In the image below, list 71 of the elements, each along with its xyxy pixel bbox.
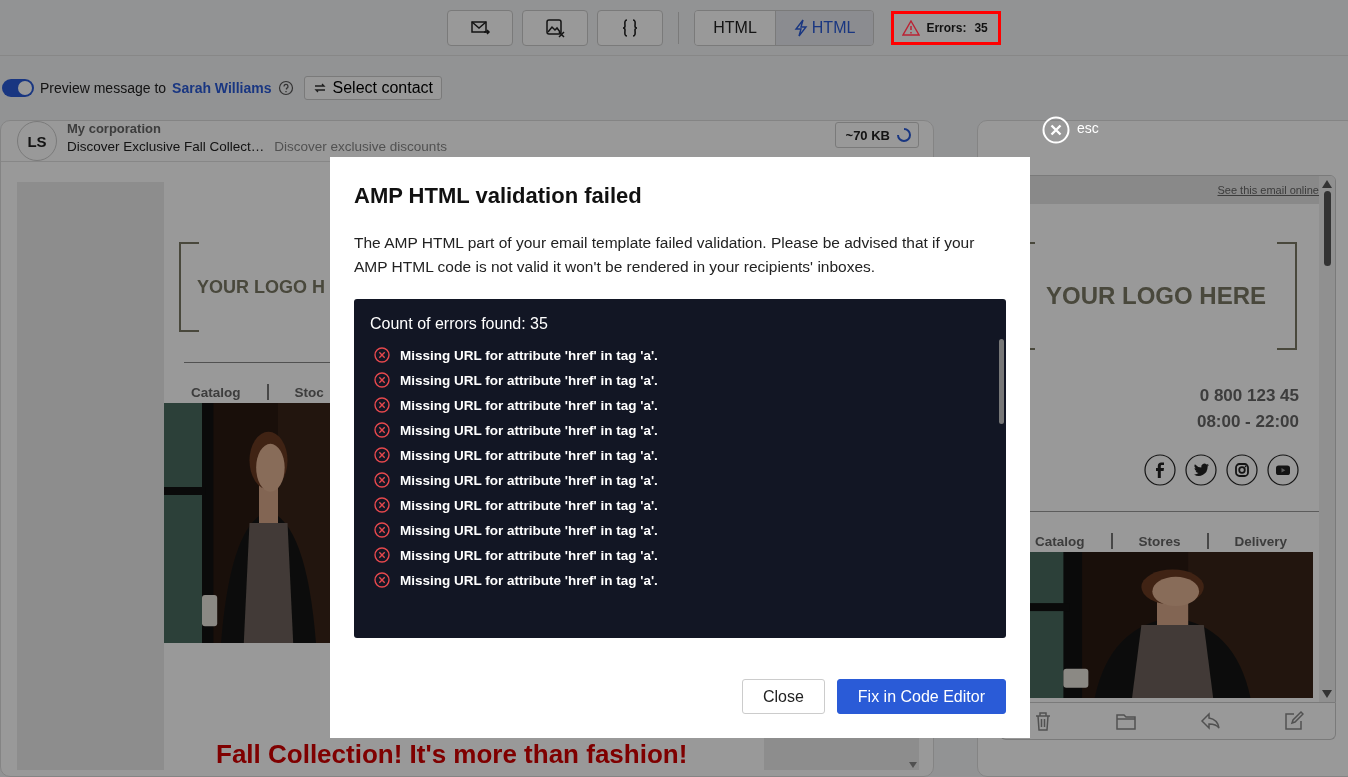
preheader-text: Discover exclusive discounts: [274, 138, 447, 154]
error-message: Missing URL for attribute 'href' in tag 'a'.: [400, 347, 658, 363]
facebook-icon: [1144, 454, 1176, 486]
error-message: Missing URL for attribute 'href' in tag 'a'.: [400, 547, 658, 563]
error-message: Missing URL for attribute 'href' in tag 'a'.: [400, 572, 658, 588]
nav-link[interactable]: Catalog: [191, 384, 241, 400]
image-off-icon: [544, 16, 567, 39]
esc-hint: esc: [1077, 120, 1099, 136]
swap-icon: [312, 81, 327, 95]
select-contact-button[interactable]: Select contact: [303, 76, 443, 100]
youtube-icon: [1267, 454, 1299, 486]
braces-button[interactable]: [597, 9, 664, 46]
error-icon: [374, 497, 390, 513]
envelope-arrow-button[interactable]: [447, 9, 514, 46]
reply-icon: [1198, 710, 1221, 732]
twitter-icon: [1185, 454, 1217, 486]
scroll-down-icon: [909, 762, 917, 768]
format-tab[interactable]: HTML: [774, 10, 874, 45]
scroll-up-icon: [1322, 180, 1332, 188]
preview-label: Preview message to: [40, 80, 167, 96]
errors-badge[interactable]: Errors: 35: [891, 10, 1001, 45]
nav-link[interactable]: Stores: [1138, 533, 1181, 549]
error-icon: [374, 447, 390, 463]
errors-heading: Count of errors found: 35: [370, 315, 549, 333]
close-button[interactable]: [1042, 116, 1070, 144]
error-icon: [374, 522, 390, 538]
error-icon: [374, 547, 390, 563]
reply-button[interactable]: [1198, 710, 1221, 732]
scrollbar-thumb[interactable]: [1323, 191, 1331, 266]
errors-count: 35: [974, 20, 988, 35]
error-message: Missing URL for attribute 'href' in tag 'a'.: [400, 422, 658, 438]
error-icon: [374, 572, 390, 588]
subject-text: Discover Exclusive Fall Collect…: [67, 138, 265, 154]
opening-hours: 08:00 - 22:00: [1196, 412, 1299, 432]
close-button[interactable]: Close: [741, 679, 825, 714]
error-icon: [374, 397, 390, 413]
help-icon: [277, 80, 294, 96]
size-text: ~70 KB: [845, 127, 890, 143]
error-icon: [374, 472, 390, 488]
error-icon: [374, 422, 390, 438]
contact-link[interactable]: Sarah Williams: [172, 80, 272, 96]
phone-number: 0 800 123 45: [1199, 386, 1299, 406]
edit-icon: [1282, 710, 1305, 732]
error-icon: [374, 372, 390, 388]
image-off-button[interactable]: [522, 9, 589, 46]
headline: Fall Collection! It's more than fashion!: [216, 739, 689, 770]
nav-link[interactable]: Catalog: [1035, 533, 1085, 549]
nav-link[interactable]: Stoc: [294, 384, 324, 400]
edit-button[interactable]: [1282, 710, 1305, 732]
error-message: Missing URL for attribute 'href' in tag 'a'.: [400, 497, 658, 513]
spinner-icon: [896, 127, 912, 143]
sender-name: My corporation: [67, 120, 162, 136]
errors-label: Errors:: [926, 20, 967, 35]
format-tab[interactable]: HTML: [695, 10, 775, 45]
error-message: Missing URL for attribute 'href' in tag 'a'.: [400, 447, 658, 463]
fix-button[interactable]: Fix in Code Editor: [836, 679, 1006, 714]
error-icon: [374, 347, 390, 363]
nav-link[interactable]: Delivery: [1234, 533, 1288, 549]
view-online-link[interactable]: See this email online: [1217, 184, 1319, 196]
preview-toggle[interactable]: [2, 79, 34, 97]
error-message: Missing URL for attribute 'href' in tag 'a'.: [400, 372, 658, 388]
error-message: Missing URL for attribute 'href' in tag 'a'.: [400, 472, 658, 488]
scroll-down-icon: [1322, 690, 1332, 698]
error-message: Missing URL for attribute 'href' in tag 'a'.: [400, 397, 658, 413]
dialog-title: AMP HTML validation failed: [354, 183, 643, 209]
warning-icon: [902, 19, 921, 36]
instagram-icon: [1226, 454, 1258, 486]
dialog-text: The AMP HTML part of your email template failed validation. Please be advised that if your AMP HTML code is not valid it won't be rendered in your recipients' inboxes.: [354, 233, 976, 277]
error-message: Missing URL for attribute 'href' in tag 'a'.: [400, 522, 658, 538]
scrollbar-thumb[interactable]: [999, 339, 1004, 424]
lightning-icon: [793, 18, 808, 37]
